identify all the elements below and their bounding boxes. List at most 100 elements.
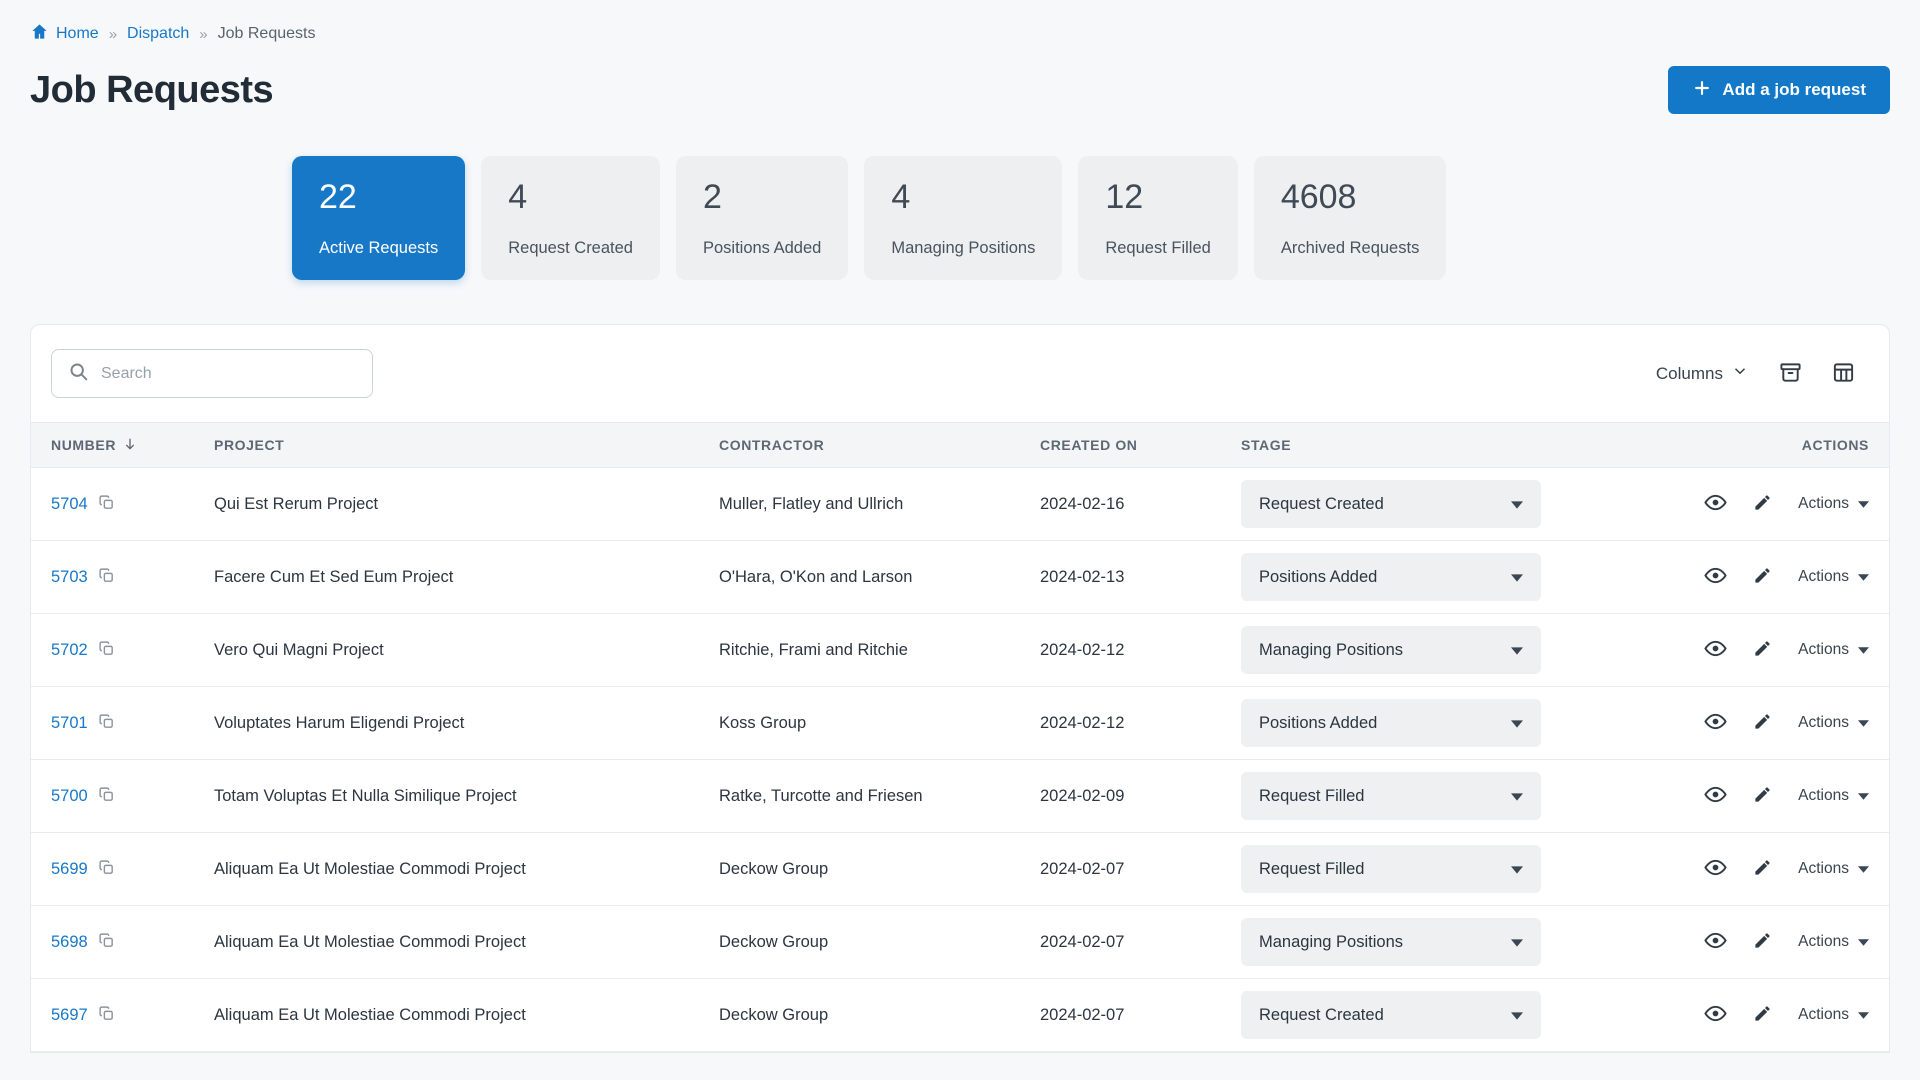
view-button[interactable] <box>1704 1002 1727 1028</box>
row-contractor: Deckow Group <box>719 860 1040 879</box>
edit-button[interactable] <box>1753 858 1772 880</box>
stat-card-4[interactable]: 12 Request Filled <box>1078 156 1237 280</box>
column-header-project[interactable]: PROJECT <box>214 437 719 453</box>
row-number-link[interactable]: 5700 <box>51 787 88 806</box>
stat-card-0[interactable]: 22 Active Requests <box>292 156 465 280</box>
actions-cell: Actions <box>1561 564 1869 590</box>
table-columns-button[interactable] <box>1832 361 1855 387</box>
search-input[interactable] <box>101 365 356 383</box>
column-header-number[interactable]: NUMBER <box>51 436 214 455</box>
row-actions-label: Actions <box>1798 860 1849 878</box>
column-header-stage[interactable]: STAGE <box>1241 437 1561 453</box>
view-button[interactable] <box>1704 564 1727 590</box>
breadcrumb-home-link[interactable]: Home <box>30 22 99 46</box>
stage-select-label: Managing Positions <box>1259 933 1403 952</box>
edit-button[interactable] <box>1753 1004 1772 1026</box>
copy-button[interactable] <box>98 713 115 733</box>
row-project: Qui Est Rerum Project <box>214 495 719 514</box>
stage-select[interactable]: Positions Added <box>1241 699 1541 747</box>
row-number-link[interactable]: 5704 <box>51 495 88 514</box>
copy-icon <box>98 640 115 660</box>
row-number-link[interactable]: 5698 <box>51 933 88 952</box>
copy-button[interactable] <box>98 640 115 660</box>
search-box[interactable] <box>51 349 373 398</box>
stats-row: 22 Active Requests 4 Request Created 2 P… <box>30 156 1890 280</box>
row-project: Voluptates Harum Eligendi Project <box>214 714 719 733</box>
stage-select[interactable]: Request Filled <box>1241 845 1541 893</box>
pencil-icon <box>1753 712 1772 734</box>
edit-button[interactable] <box>1753 931 1772 953</box>
row-contractor: Deckow Group <box>719 1006 1040 1025</box>
stat-card-1[interactable]: 4 Request Created <box>481 156 660 280</box>
stat-card-3[interactable]: 4 Managing Positions <box>864 156 1062 280</box>
edit-button[interactable] <box>1753 566 1772 588</box>
view-button[interactable] <box>1704 637 1727 663</box>
row-actions-dropdown[interactable]: Actions <box>1798 495 1869 513</box>
stage-select[interactable]: Request Created <box>1241 480 1541 528</box>
stage-select[interactable]: Positions Added <box>1241 553 1541 601</box>
stage-select[interactable]: Request Created <box>1241 991 1541 1039</box>
stat-card-2[interactable]: 2 Positions Added <box>676 156 848 280</box>
archive-icon <box>1779 361 1802 387</box>
stage-select[interactable]: Request Filled <box>1241 772 1541 820</box>
stage-cell: Managing Positions <box>1241 626 1561 674</box>
row-contractor: Koss Group <box>719 714 1040 733</box>
stat-card-5[interactable]: 4608 Archived Requests <box>1254 156 1447 280</box>
pencil-icon <box>1753 1004 1772 1026</box>
view-button[interactable] <box>1704 491 1727 517</box>
row-number-link[interactable]: 5703 <box>51 568 88 587</box>
view-button[interactable] <box>1704 929 1727 955</box>
stage-select-label: Request Filled <box>1259 787 1364 806</box>
breadcrumb: Home » Dispatch » Job Requests <box>30 22 1890 46</box>
row-actions-dropdown[interactable]: Actions <box>1798 860 1869 878</box>
breadcrumb-separator: » <box>199 26 207 43</box>
columns-dropdown[interactable]: Columns <box>1656 362 1749 385</box>
number-cell: 5704 <box>51 494 214 514</box>
row-actions-dropdown[interactable]: Actions <box>1798 933 1869 951</box>
table-row: 5704 Qui Est Rerum Project Muller, Flatl… <box>31 468 1889 541</box>
edit-button[interactable] <box>1753 712 1772 734</box>
edit-button[interactable] <box>1753 639 1772 661</box>
view-button[interactable] <box>1704 856 1727 882</box>
column-header-contractor[interactable]: CONTRACTOR <box>719 437 1040 453</box>
copy-button[interactable] <box>98 786 115 806</box>
copy-button[interactable] <box>98 567 115 587</box>
row-actions-dropdown[interactable]: Actions <box>1798 1006 1869 1024</box>
stage-select[interactable]: Managing Positions <box>1241 626 1541 674</box>
edit-button[interactable] <box>1753 785 1772 807</box>
row-actions-dropdown[interactable]: Actions <box>1798 568 1869 586</box>
copy-button[interactable] <box>98 1005 115 1025</box>
archive-button[interactable] <box>1779 361 1802 387</box>
row-actions-dropdown[interactable]: Actions <box>1798 787 1869 805</box>
job-requests-table-card: Columns NUMB <box>30 324 1890 1053</box>
row-actions-dropdown[interactable]: Actions <box>1798 641 1869 659</box>
pencil-icon <box>1753 785 1772 807</box>
stat-value: 2 <box>703 178 821 217</box>
search-icon <box>68 361 89 387</box>
add-job-request-button[interactable]: Add a job request <box>1668 66 1890 114</box>
column-header-created-on[interactable]: CREATED ON <box>1040 437 1241 453</box>
page-title: Job Requests <box>30 69 273 112</box>
view-button[interactable] <box>1704 710 1727 736</box>
row-actions-dropdown[interactable]: Actions <box>1798 714 1869 732</box>
copy-button[interactable] <box>98 494 115 514</box>
row-number-link[interactable]: 5697 <box>51 1006 88 1025</box>
breadcrumb-home-label: Home <box>56 25 99 43</box>
copy-button[interactable] <box>98 859 115 879</box>
caret-down-icon <box>1858 787 1869 805</box>
breadcrumb-dispatch-link[interactable]: Dispatch <box>127 25 189 43</box>
row-number-link[interactable]: 5701 <box>51 714 88 733</box>
row-actions-label: Actions <box>1798 787 1849 805</box>
row-number-link[interactable]: 5699 <box>51 860 88 879</box>
stat-label: Managing Positions <box>891 239 1035 258</box>
row-project: Aliquam Ea Ut Molestiae Commodi Project <box>214 860 719 879</box>
edit-button[interactable] <box>1753 493 1772 515</box>
row-actions-label: Actions <box>1798 933 1849 951</box>
stat-label: Request Filled <box>1105 239 1210 258</box>
table-row: 5698 Aliquam Ea Ut Molestiae Commodi Pro… <box>31 906 1889 979</box>
view-button[interactable] <box>1704 783 1727 809</box>
stage-select[interactable]: Managing Positions <box>1241 918 1541 966</box>
row-number-link[interactable]: 5702 <box>51 641 88 660</box>
copy-button[interactable] <box>98 932 115 952</box>
eye-icon <box>1704 1002 1727 1028</box>
